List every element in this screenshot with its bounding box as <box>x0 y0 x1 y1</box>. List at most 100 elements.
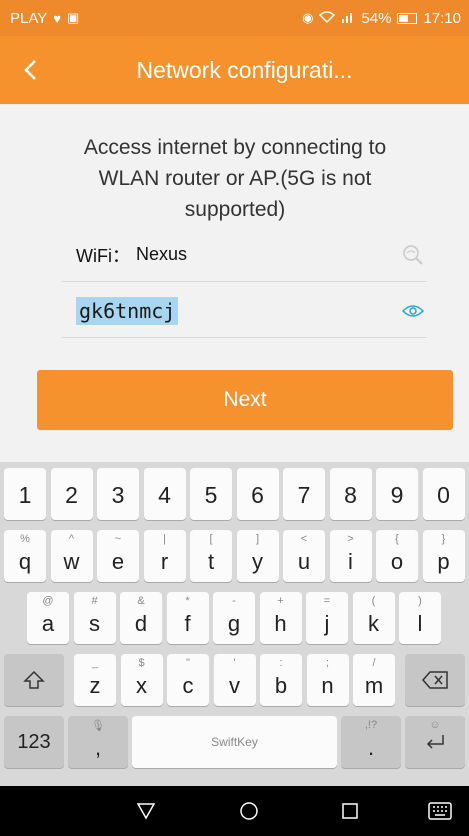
key-8[interactable]: 8 <box>329 468 372 520</box>
shift-key[interactable] <box>4 654 64 706</box>
key-e-label: e <box>111 549 125 574</box>
key-p[interactable]: } p <box>422 530 465 582</box>
key-s[interactable]: # s <box>73 592 116 644</box>
key-h[interactable]: + h <box>259 592 302 644</box>
key-b[interactable]: :b <box>260 654 302 706</box>
password-value[interactable]: gk6tnmcj <box>76 296 179 325</box>
nav-keyboard-button[interactable] <box>410 786 469 836</box>
key-l-alt: ) <box>418 595 422 607</box>
key-y[interactable]: ] y <box>236 530 279 582</box>
key-q[interactable]: % q <box>4 530 46 582</box>
key-p-label: p <box>437 549 450 574</box>
nav-back-button[interactable] <box>116 786 176 836</box>
period-label: . <box>367 735 375 760</box>
key-p-alt: } <box>441 533 446 545</box>
key-k-alt: ( <box>371 595 376 607</box>
key-c-alt: " <box>186 657 190 669</box>
status-bar: PLAY ♥ ▣ ◉ 54% 17:10 <box>0 0 469 36</box>
backspace-key[interactable] <box>405 654 465 706</box>
password-field[interactable]: gk6tnmcj <box>62 284 427 338</box>
key-v-label: v <box>229 673 240 698</box>
wifi-name: Nexus <box>135 244 188 264</box>
back-button[interactable] <box>0 36 60 104</box>
key-f-alt: * <box>185 595 190 607</box>
nav-home-button[interactable] <box>219 786 279 836</box>
key-6-label: 6 <box>251 482 264 508</box>
key-n-alt: ; <box>325 657 330 669</box>
shift-icon <box>4 654 64 706</box>
period-key[interactable]: ,!? . <box>341 716 401 768</box>
keyboard: 1234567890 % q ^ w ~ e | r[t] y < u > i{o} p @ a # s & d * f… <box>0 462 469 786</box>
key-4-label: 4 <box>158 482 171 508</box>
key-i[interactable]: > i <box>329 530 372 582</box>
keyboard-icon <box>428 802 452 820</box>
key-2[interactable]: 2 <box>50 468 93 520</box>
key-0[interactable]: 0 <box>422 468 465 520</box>
key-l[interactable]: ) l <box>399 592 441 644</box>
signal-icon <box>341 11 355 26</box>
key-l-label: l <box>417 611 423 636</box>
key-w-label: w <box>63 549 80 574</box>
comma-key[interactable]: 🎙 , <box>68 716 128 768</box>
key-6[interactable]: 6 <box>236 468 279 520</box>
key-d[interactable]: & d <box>120 592 162 644</box>
key-c[interactable]: " c <box>167 654 209 706</box>
key-9[interactable]: 9 <box>376 468 418 520</box>
microphone-icon: 🎙 <box>91 720 105 732</box>
space-key[interactable]: SwiftKey <box>132 716 337 768</box>
key-8-label: 8 <box>344 482 357 508</box>
key-7-label: 7 <box>297 482 311 508</box>
enter-key[interactable]: ☺ <box>405 716 465 768</box>
key-y-label: y <box>252 549 263 574</box>
key-w[interactable]: ^ w <box>50 530 93 582</box>
triangle-back-icon <box>136 803 156 820</box>
key-b-alt: : <box>279 657 283 669</box>
key-h-alt: + <box>277 595 284 607</box>
key-m[interactable]: / m <box>353 654 395 706</box>
key-4[interactable]: 4 <box>143 468 186 520</box>
app-bar: Network configurati... <box>0 36 469 104</box>
key-q-alt: % <box>20 533 30 545</box>
key-x[interactable]: $ x <box>120 654 163 706</box>
key-g-label: g <box>227 611 241 636</box>
page-title: Network configurati... <box>136 56 353 83</box>
key-a[interactable]: @ a <box>27 592 69 644</box>
key-t-alt: [ <box>209 533 213 545</box>
key-r[interactable]: | r <box>143 530 186 582</box>
key-m-alt: / <box>372 657 376 669</box>
key-t[interactable]: [t <box>190 530 232 582</box>
key-s-alt: # <box>91 595 98 607</box>
key-m-label: m <box>364 673 384 698</box>
key-n[interactable]: ; n <box>306 654 349 706</box>
symbols-key[interactable]: 123 <box>4 716 64 768</box>
key-7[interactable]: 7 <box>283 468 325 520</box>
wifi-label: WiFi： <box>76 245 130 266</box>
key-j[interactable]: = j <box>306 592 348 644</box>
eye-icon[interactable] <box>399 297 427 325</box>
key-3-label: 3 <box>111 482 125 508</box>
next-button[interactable]: Next <box>37 370 453 430</box>
key-q-label: q <box>18 549 32 574</box>
key-k[interactable]: (k <box>352 592 395 644</box>
nav-recents-button[interactable] <box>320 786 380 836</box>
key-w-alt: ^ <box>68 533 75 545</box>
key-1[interactable]: 1 <box>4 468 46 520</box>
key-v[interactable]: ' v <box>213 654 256 706</box>
key-a-alt: @ <box>42 595 54 607</box>
key-o[interactable]: {o <box>376 530 418 582</box>
key-e[interactable]: ~ e <box>97 530 139 582</box>
key-u[interactable]: < u <box>283 530 325 582</box>
key-y-alt: ] <box>255 533 260 545</box>
network-config-form: Access internet by connecting to WLAN ro… <box>0 104 469 460</box>
key-t-label: t <box>207 549 215 574</box>
key-d-alt: & <box>137 595 145 607</box>
key-g[interactable]: -g <box>213 592 255 644</box>
key-f[interactable]: * f <box>166 592 209 644</box>
battery-icon <box>397 12 418 24</box>
wifi-search-icon[interactable] <box>399 241 427 269</box>
key-5[interactable]: 5 <box>190 468 232 520</box>
key-3[interactable]: 3 <box>97 468 139 520</box>
wifi-icon <box>319 10 336 26</box>
key-z[interactable]: _ z <box>74 654 116 706</box>
key-e-alt: ~ <box>114 533 122 545</box>
